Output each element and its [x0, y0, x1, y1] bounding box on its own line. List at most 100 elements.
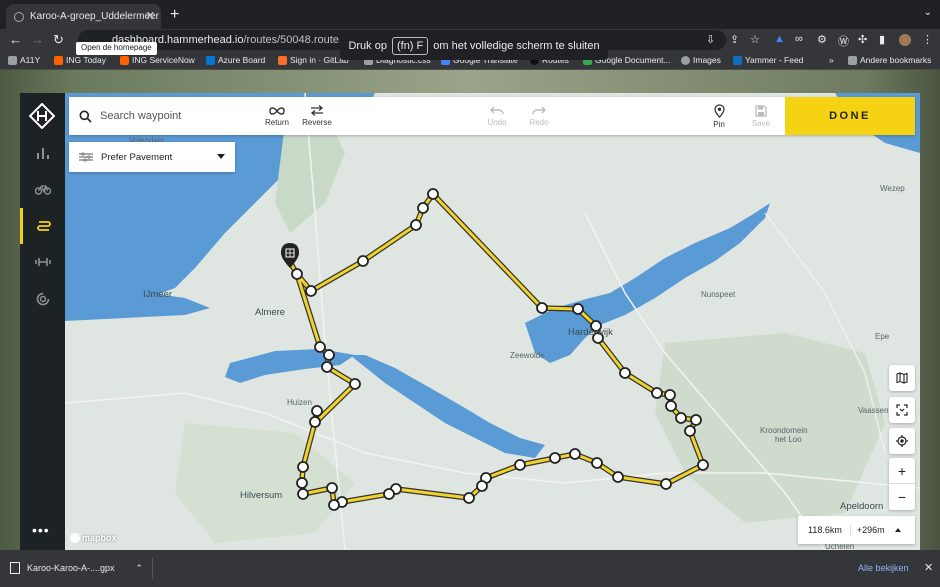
download-separator: [152, 558, 153, 579]
waypoint-marker[interactable]: [383, 488, 395, 500]
zoom-in-button[interactable]: +: [889, 458, 915, 484]
waypoint-marker[interactable]: [665, 400, 677, 412]
waypoint-marker[interactable]: [591, 457, 603, 469]
bookmark-item[interactable]: A11Y: [8, 55, 40, 65]
route-icon: [37, 221, 51, 231]
reload-icon[interactable]: ↻: [53, 32, 64, 48]
sidebar-item-workouts[interactable]: [20, 244, 65, 280]
bookmark-item[interactable]: Azure Board: [206, 55, 265, 65]
zoom-controls: + −: [889, 458, 915, 510]
new-tab-button[interactable]: +: [170, 6, 179, 24]
waypoint-marker[interactable]: [410, 219, 422, 231]
bookmark-star-icon[interactable]: ☆: [750, 33, 760, 46]
waypoint-marker[interactable]: [291, 268, 303, 280]
map-style-button[interactable]: [889, 365, 915, 391]
zoom-out-button[interactable]: −: [889, 484, 915, 510]
bookmark-item[interactable]: Yammer - Feed: [733, 55, 803, 65]
waypoint-marker[interactable]: [297, 488, 309, 500]
extension-w-icon[interactable]: Ⓦ: [838, 33, 849, 49]
share-icon[interactable]: ⇪: [730, 33, 739, 46]
waypoint-marker[interactable]: [697, 459, 709, 471]
waypoint-marker[interactable]: [536, 302, 548, 314]
sidebar-more-button[interactable]: •••: [32, 522, 50, 538]
route-stats-panel[interactable]: 118.6km +296m: [798, 516, 915, 544]
close-download-bar-icon[interactable]: ✕: [924, 561, 933, 574]
forward-icon[interactable]: →: [31, 32, 44, 47]
waypoint-marker[interactable]: [476, 480, 488, 492]
chevron-up-icon[interactable]: [894, 528, 901, 532]
chevron-up-icon[interactable]: ⌃: [136, 563, 144, 574]
waypoint-marker[interactable]: [569, 448, 581, 460]
back-icon[interactable]: ←: [9, 32, 22, 47]
waypoint-marker[interactable]: [328, 499, 340, 511]
waypoint-marker[interactable]: [296, 477, 308, 489]
bookmark-favicon-icon: [120, 55, 129, 65]
sidepanel-icon[interactable]: ▮: [879, 33, 885, 46]
download-item[interactable]: Karoo-Karoo-A-....gpx ⌃: [10, 562, 143, 574]
redo-button[interactable]: Redo: [521, 97, 557, 135]
waypoint-marker[interactable]: [549, 452, 561, 464]
map-label-kroondomein: Kroondomein: [760, 426, 808, 435]
sidebar-item-progress[interactable]: [20, 281, 65, 317]
profile-avatar[interactable]: [899, 34, 911, 46]
waypoint-marker[interactable]: [349, 378, 361, 390]
progress-ring-icon: [36, 292, 49, 306]
bookmark-folder-icon: [8, 55, 17, 65]
waypoint-marker[interactable]: [684, 425, 696, 437]
sidebar-item-stats[interactable]: [20, 135, 65, 171]
save-button[interactable]: Save: [743, 97, 779, 135]
bookmark-item[interactable]: Andere bookmarks: [848, 55, 931, 65]
extension-gear-icon[interactable]: ⚙: [817, 33, 827, 46]
routing-preference-select[interactable]: Prefer Pavement: [69, 142, 235, 172]
bookmark-favicon-icon: [206, 55, 215, 65]
waypoint-marker[interactable]: [297, 461, 309, 473]
waypoint-marker[interactable]: [612, 471, 624, 483]
show-all-downloads-link[interactable]: Alle bekijken: [858, 563, 909, 573]
bookmark-item[interactable]: Sign in · GitLab: [278, 55, 349, 65]
bookmarks-overflow-button[interactable]: »: [829, 55, 834, 65]
waypoint-marker[interactable]: [314, 341, 326, 353]
fit-route-button[interactable]: [889, 397, 915, 423]
waypoint-marker[interactable]: [417, 202, 429, 214]
waypoint-marker[interactable]: [305, 285, 317, 297]
waypoint-marker[interactable]: [664, 389, 676, 401]
browser-tab[interactable]: Karoo-A-groep_Uddelermeer ✕: [6, 4, 161, 29]
waypoint-marker[interactable]: [321, 361, 333, 373]
mapbox-attribution[interactable]: mapbox: [70, 533, 117, 543]
waypoint-marker[interactable]: [690, 414, 702, 426]
bookmark-item[interactable]: ING Today: [54, 55, 106, 65]
extension-drive-icon[interactable]: ▲: [774, 33, 785, 45]
extension-icon[interactable]: ∞: [795, 33, 803, 45]
waypoint-marker[interactable]: [514, 459, 526, 471]
bookmark-item[interactable]: ING ServiceNow: [120, 55, 195, 65]
reverse-button[interactable]: Reverse: [299, 97, 335, 135]
done-button[interactable]: DONE: [785, 97, 915, 135]
waypoint-marker[interactable]: [660, 478, 672, 490]
tab-close-icon[interactable]: ✕: [146, 9, 155, 22]
bookmark-item[interactable]: Images: [681, 55, 721, 65]
waypoint-marker[interactable]: [326, 482, 338, 494]
undo-button[interactable]: Undo: [479, 97, 515, 135]
tab-favicon-icon: [14, 11, 24, 22]
return-button[interactable]: Return: [259, 97, 295, 135]
waypoint-marker[interactable]: [619, 367, 631, 379]
waypoint-marker[interactable]: [572, 303, 584, 315]
install-icon[interactable]: ⇩: [706, 33, 715, 46]
waypoint-marker[interactable]: [357, 255, 369, 267]
waypoint-marker[interactable]: [675, 412, 687, 424]
extensions-puzzle-icon[interactable]: ✣: [858, 33, 867, 46]
search-waypoint-input[interactable]: [100, 110, 230, 122]
tab-search-icon[interactable]: ⌄: [924, 7, 932, 18]
hammerhead-logo-icon[interactable]: [29, 103, 55, 129]
sidebar-item-rides[interactable]: [20, 171, 65, 207]
locate-me-button[interactable]: [889, 428, 915, 454]
waypoint-marker[interactable]: [323, 349, 335, 361]
browser-menu-icon[interactable]: ⋮: [922, 33, 933, 46]
waypoint-marker[interactable]: [309, 416, 321, 428]
waypoint-marker[interactable]: [427, 188, 439, 200]
sidebar-item-routes[interactable]: [20, 208, 65, 244]
pin-button[interactable]: Pin: [701, 97, 737, 135]
waypoint-marker[interactable]: [311, 405, 323, 417]
waypoint-marker[interactable]: [651, 387, 663, 399]
waypoint-marker[interactable]: [463, 492, 475, 504]
